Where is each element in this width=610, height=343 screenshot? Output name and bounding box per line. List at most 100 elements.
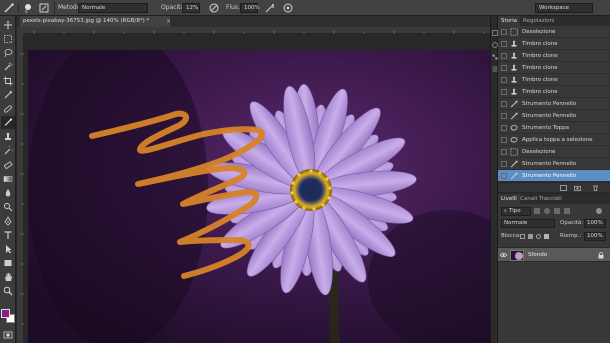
visibility-eye-icon[interactable] [500, 252, 507, 258]
filter-type-icon[interactable] [554, 208, 560, 214]
mode-select-value: Normale [82, 5, 106, 11]
quick-select-tool-icon[interactable] [3, 62, 13, 72]
close-icon[interactable]: × [166, 16, 171, 27]
marquee-tool-icon[interactable] [3, 34, 13, 44]
history-source-checkbox[interactable] [501, 137, 507, 143]
history-brush-tool-icon[interactable] [3, 146, 13, 156]
lock-pixels-icon[interactable] [528, 234, 533, 239]
history-item[interactable]: Timbro clone [498, 38, 610, 50]
lasso-tool-icon[interactable] [3, 48, 13, 58]
history-source-checkbox[interactable] [501, 161, 507, 167]
path-select-tool-icon[interactable] [3, 244, 13, 254]
brush-preset-icon[interactable]: 9 [22, 2, 34, 14]
history-item[interactable]: Timbro clone [498, 50, 610, 62]
lock-transparency-icon[interactable] [520, 234, 525, 239]
history-source-checkbox[interactable] [501, 77, 507, 83]
history-item[interactable]: Deselezione [498, 146, 610, 158]
crop-tool-icon[interactable] [3, 76, 13, 86]
shape-tool-icon[interactable] [3, 258, 13, 268]
trash-icon[interactable] [592, 185, 599, 191]
layer-thumbnail [510, 250, 524, 261]
layer-filter-select[interactable]: ⌕ Tipo [501, 207, 531, 216]
history-item-label: Deselezione [522, 29, 556, 35]
history-item[interactable]: Strumento Toppa [498, 122, 610, 134]
tab-paths[interactable]: Tracciati [536, 194, 565, 204]
type-tool-icon[interactable] [3, 230, 13, 240]
flow-field[interactable]: 100% [240, 3, 260, 13]
history-item[interactable]: Strumento Pennello [498, 158, 610, 170]
lock-position-icon[interactable] [536, 234, 541, 239]
selection-icon [510, 28, 518, 36]
blend-mode-select[interactable]: Normale [501, 219, 555, 228]
workspace-select[interactable]: Workspace [535, 3, 593, 13]
airbrush-icon[interactable] [264, 2, 276, 14]
history-item[interactable]: Timbro clone [498, 62, 610, 74]
history-item[interactable]: Strumento Pennello [498, 110, 610, 122]
history-panel: Storia Regolazioni Deselezione Timbro clo… [498, 16, 610, 192]
zoom-tool-icon[interactable] [3, 286, 13, 296]
layer-fill-field[interactable]: 100% [584, 232, 606, 241]
clone-stamp-tool-icon[interactable] [3, 132, 13, 142]
document-tab[interactable]: pexels-pixabay-36753.jpg @ 140% (RGB/8*)… [20, 16, 171, 27]
history-source-checkbox[interactable] [501, 125, 507, 131]
clone-stamp-icon [511, 64, 517, 71]
history-source-checkbox[interactable] [501, 101, 507, 107]
brush-panel-icon[interactable] [38, 2, 50, 14]
mode-select[interactable]: Normale [78, 3, 148, 13]
tab-adjustments[interactable]: Regolazioni [520, 16, 558, 26]
filter-pixel-icon[interactable] [534, 208, 540, 214]
history-item-label: Timbro clone [522, 53, 558, 59]
pressure-size-icon[interactable] [282, 2, 294, 14]
brush-tool-active-icon[interactable] [3, 117, 13, 127]
foreground-color-swatch[interactable] [1, 309, 10, 318]
lock-label: Blocca: [501, 233, 521, 239]
canvas-area[interactable] [24, 34, 490, 343]
history-item[interactable]: Strumento Pennello [498, 170, 610, 182]
quick-mask-icon[interactable] [3, 330, 13, 340]
new-document-from-state-icon[interactable] [560, 185, 567, 191]
layer-lock-icon[interactable] [598, 252, 604, 259]
layer-filter-icons [534, 208, 604, 215]
ruler-origin[interactable] [17, 27, 24, 34]
image-canvas[interactable] [28, 50, 490, 343]
history-item[interactable]: Timbro clone [498, 74, 610, 86]
healing-brush-tool-icon[interactable] [3, 104, 13, 114]
hand-tool-icon[interactable] [3, 272, 13, 282]
eraser-tool-icon[interactable] [3, 160, 13, 170]
brush-tool-icon[interactable] [3, 2, 15, 14]
history-source-checkbox[interactable] [501, 41, 507, 47]
history-item[interactable]: Deselezione [498, 26, 610, 38]
history-source-checkbox[interactable] [501, 89, 507, 95]
history-item[interactable]: Timbro clone [498, 86, 610, 98]
patch-icon [510, 125, 518, 131]
layer-opacity-field[interactable]: 100% [584, 219, 606, 228]
history-item-label: Strumento Pennello [522, 161, 577, 167]
history-source-checkbox[interactable] [501, 29, 507, 35]
pen-tool-icon[interactable] [3, 216, 13, 226]
brush-icon [510, 160, 518, 168]
history-list: Deselezione Timbro clone Timbro clone Timbr… [498, 26, 610, 182]
blur-tool-icon[interactable] [3, 188, 13, 198]
filter-shape-icon[interactable] [564, 208, 570, 214]
history-source-checkbox[interactable] [501, 53, 507, 59]
filter-adjustment-icon[interactable] [544, 208, 550, 214]
history-source-checkbox[interactable] [501, 113, 507, 119]
move-tool-icon[interactable] [3, 20, 13, 30]
history-source-checkbox[interactable] [501, 149, 507, 155]
history-source-checkbox[interactable] [501, 173, 507, 179]
tab-history[interactable]: Storia [498, 16, 521, 26]
gradient-tool-icon[interactable] [3, 174, 13, 184]
filter-toggle-icon[interactable] [596, 208, 602, 214]
dodge-tool-icon[interactable] [3, 202, 13, 212]
history-item[interactable]: Strumento Pennello [498, 98, 610, 110]
snapshot-camera-icon[interactable] [574, 185, 581, 191]
history-source-checkbox[interactable] [501, 65, 507, 71]
opacity-field[interactable]: 12% [182, 3, 200, 13]
lock-all-icon[interactable] [544, 234, 549, 239]
eyedropper-tool-icon[interactable] [3, 90, 13, 100]
horizontal-ruler[interactable] [24, 27, 490, 34]
vertical-ruler[interactable] [17, 34, 24, 343]
history-item[interactable]: Applica toppa a selezione [498, 134, 610, 146]
layer-row-background[interactable]: Sfondo [498, 247, 610, 262]
pressure-opacity-icon[interactable] [208, 2, 220, 14]
